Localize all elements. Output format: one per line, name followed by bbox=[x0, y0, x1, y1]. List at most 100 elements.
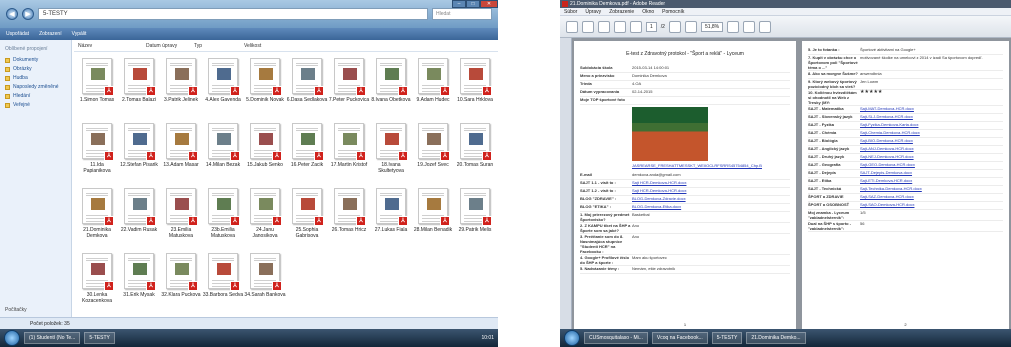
file-item[interactable]: ⅄ 3.Patrik Jelinek bbox=[160, 54, 202, 114]
file-item[interactable]: ⅄ 5.Dominik Novak bbox=[244, 54, 286, 114]
file-item[interactable]: ⅄ 31.Erik Mysak bbox=[118, 249, 160, 309]
column-name[interactable]: Název bbox=[78, 43, 92, 49]
sidebar-item-recent[interactable]: Naposledy změněné bbox=[5, 84, 66, 90]
next-page-icon[interactable] bbox=[630, 20, 642, 33]
form-link[interactable]: Sajt-SLJ-Demkova-HCR.docx bbox=[860, 114, 1003, 121]
form-link[interactable]: Sajt-Chemia-Demkova-HCR.docx bbox=[860, 130, 1003, 137]
file-item[interactable]: ⅄ 21.Dominika Demkova bbox=[76, 184, 118, 244]
file-item[interactable]: ⅄ 1.Simon Tomas bbox=[76, 54, 118, 114]
form-link[interactable]: Sajt-BIO-Demkova-HCR.docx bbox=[860, 138, 1003, 145]
fit-page-icon[interactable] bbox=[727, 20, 740, 33]
file-item[interactable]: ⅄ 30.Lenka Kozacenkova bbox=[76, 249, 118, 309]
file-item[interactable]: ⅄ 26.Tomas Hricz bbox=[328, 184, 370, 244]
comment-icon[interactable] bbox=[759, 20, 772, 33]
views-button[interactable]: Zobrazení bbox=[39, 31, 62, 37]
file-item[interactable]: ⅄ 2.Tomas Balazi bbox=[118, 54, 160, 114]
file-item[interactable]: ⅄ 16.Peter Zacik bbox=[286, 119, 328, 179]
taskbar-button[interactable]: 5-TESTY bbox=[84, 332, 115, 344]
file-item[interactable]: ⅄ 11.Ida Papianikova bbox=[76, 119, 118, 179]
file-item[interactable]: ⅄ 7.Peter Puckovica bbox=[328, 54, 370, 114]
search-input[interactable]: Hledat bbox=[432, 8, 492, 20]
file-item[interactable]: ⅄ 8.Ivana Obetkova bbox=[370, 54, 412, 114]
form-link[interactable]: Sajt-SAZ-Demkova-HCR.docx bbox=[860, 194, 1003, 201]
file-item[interactable]: ⅄ 4.Alex Gavenda bbox=[202, 54, 244, 114]
file-item[interactable]: ⅄ 9.Adam Hudec bbox=[412, 54, 454, 114]
file-item[interactable]: ⅄ 23b.Emilia Matuskova bbox=[202, 184, 244, 244]
form-link[interactable]: BLOG-Demkova-Zdravie.docx bbox=[632, 196, 790, 203]
menu-edit[interactable]: Úpravy bbox=[585, 9, 601, 15]
file-item[interactable]: ⅄ 29.Patrik Melis bbox=[454, 184, 496, 244]
email-icon[interactable] bbox=[598, 20, 610, 33]
photo-link[interactable]: JASREARSE_FRESHATTMESSKT_WEIIOCLRFSRRS45… bbox=[632, 163, 790, 168]
burn-button[interactable]: Vypálit bbox=[72, 31, 87, 37]
form-link[interactable]: Sajt-Technika-Demkova-HCR.docx bbox=[860, 186, 1003, 193]
file-item[interactable]: ⅄ 25.Sophia Gabrisova bbox=[286, 184, 328, 244]
address-bar[interactable]: 5-TESTY bbox=[38, 8, 428, 20]
print-icon[interactable] bbox=[582, 20, 594, 33]
prev-page-icon[interactable] bbox=[614, 20, 626, 33]
file-item[interactable]: ⅄ 10.Sara Hrklova bbox=[454, 54, 496, 114]
form-link[interactable]: BLOG-Demkova-Etika.docx bbox=[632, 204, 790, 211]
file-item[interactable]: ⅄ 20.Tomas Suran bbox=[454, 119, 496, 179]
organize-button[interactable]: Uspořádat bbox=[6, 31, 29, 37]
file-item[interactable]: ⅄ 13.Adam Masar bbox=[160, 119, 202, 179]
navigation-panel[interactable] bbox=[560, 38, 572, 329]
taskbar-button[interactable]: 21.Dominika Demko... bbox=[746, 332, 806, 344]
sidebar-item-searches[interactable]: Hledání bbox=[5, 93, 66, 99]
form-link[interactable]: Sajt-GEO-Demkova-HCR.docx bbox=[860, 162, 1003, 169]
form-link[interactable]: Sajt-NEJ-Demkova-HCR.docx bbox=[860, 154, 1003, 161]
file-item[interactable]: ⅄ 28.Milan Benadik bbox=[412, 184, 454, 244]
start-button[interactable] bbox=[564, 330, 580, 346]
form-link[interactable]: Sajt-MAT-Demkova-HCR.docx bbox=[860, 106, 1003, 113]
file-item[interactable]: ⅄ 22.Vadim Rusak bbox=[118, 184, 160, 244]
form-link[interactable]: Sajt-ANJ-Demkova-HCR.docx bbox=[860, 146, 1003, 153]
menu-help[interactable]: Pomocník bbox=[662, 9, 684, 15]
zoom-input[interactable]: 51,8% bbox=[700, 21, 724, 32]
folders-toggle[interactable]: Počítačky bbox=[5, 307, 27, 313]
menu-file[interactable]: Súbor bbox=[564, 9, 577, 15]
file-item[interactable]: ⅄ 27.Lukas Fiala bbox=[370, 184, 412, 244]
form-link[interactable]: Sajt-SAO-Demkova-HCR.docx bbox=[860, 202, 1003, 209]
sidebar-item-public[interactable]: Veřejné bbox=[5, 102, 66, 108]
column-type[interactable]: Typ bbox=[194, 43, 202, 49]
close-button[interactable]: ✕ bbox=[480, 0, 498, 8]
find-icon[interactable] bbox=[743, 20, 756, 33]
start-button[interactable] bbox=[4, 330, 20, 346]
form-link[interactable]: Sajt HCR-Demkova-HCR.docx bbox=[632, 188, 790, 195]
file-item[interactable]: ⅄ 18.Ivana Skultetyova bbox=[370, 119, 412, 179]
zoom-in-icon[interactable] bbox=[684, 20, 697, 33]
file-item[interactable]: ⅄ 23.Emilia Matuskova bbox=[160, 184, 202, 244]
minimize-button[interactable]: – bbox=[452, 0, 466, 8]
file-item[interactable]: ⅄ 12.Stefan Pisarik bbox=[118, 119, 160, 179]
form-link[interactable]: SAJT-Dejepis-Demkova.docx bbox=[860, 170, 1003, 177]
file-item[interactable]: ⅄ 34.Sarah Bankova bbox=[244, 249, 286, 309]
sidebar-item-music[interactable]: Hudba bbox=[5, 75, 66, 81]
taskbar-button[interactable]: (1) Studentí (No Te... bbox=[24, 332, 81, 344]
taskbar-button[interactable]: 5-TESTY bbox=[711, 332, 743, 344]
sidebar-item-pictures[interactable]: Obrázky bbox=[5, 66, 66, 72]
forward-button[interactable]: ▶ bbox=[22, 8, 34, 20]
sidebar-item-documents[interactable]: Dokumenty bbox=[5, 57, 66, 63]
form-link[interactable]: Sajt HCR-Demkova-HCR.docx bbox=[632, 180, 790, 187]
taskbar-button[interactable]: CUSmosquitalaso - Mi... bbox=[584, 332, 648, 344]
file-item[interactable]: ⅄ 32.Klara Puckova bbox=[160, 249, 202, 309]
zoom-out-icon[interactable] bbox=[668, 20, 681, 33]
taskbar-button[interactable]: Vcoq na Facebook... bbox=[651, 332, 708, 344]
menu-view[interactable]: Zobrazenie bbox=[609, 9, 634, 15]
file-item[interactable]: ⅄ 17.Martin Kristof bbox=[328, 119, 370, 179]
menu-window[interactable]: Okno bbox=[642, 9, 654, 15]
maximize-button[interactable]: □ bbox=[466, 0, 480, 8]
file-item[interactable]: ⅄ 6.Dasa Sedlakova bbox=[286, 54, 328, 114]
file-item[interactable]: ⅄ 15.Jakub Senko bbox=[244, 119, 286, 179]
form-link[interactable]: Sajt-ETI-Demkova-HCR.docx bbox=[860, 178, 1003, 185]
file-item[interactable]: ⅄ 19.Jozef Svec bbox=[412, 119, 454, 179]
form-link[interactable]: Sajt-Fyzika-Demkova-Karta.docx bbox=[860, 122, 1003, 129]
page-number-input[interactable]: 1 bbox=[646, 21, 657, 32]
file-item[interactable]: ⅄ 14.Milan Bezak bbox=[202, 119, 244, 179]
save-icon[interactable] bbox=[566, 20, 578, 33]
back-button[interactable]: ◀ bbox=[6, 8, 18, 20]
file-item[interactable]: ⅄ 24.Janu Janosikova bbox=[244, 184, 286, 244]
column-date[interactable]: Datum úpravy bbox=[146, 43, 177, 49]
file-item[interactable]: ⅄ 33.Barbora Sedva bbox=[202, 249, 244, 309]
column-size[interactable]: Velikost bbox=[244, 43, 261, 49]
